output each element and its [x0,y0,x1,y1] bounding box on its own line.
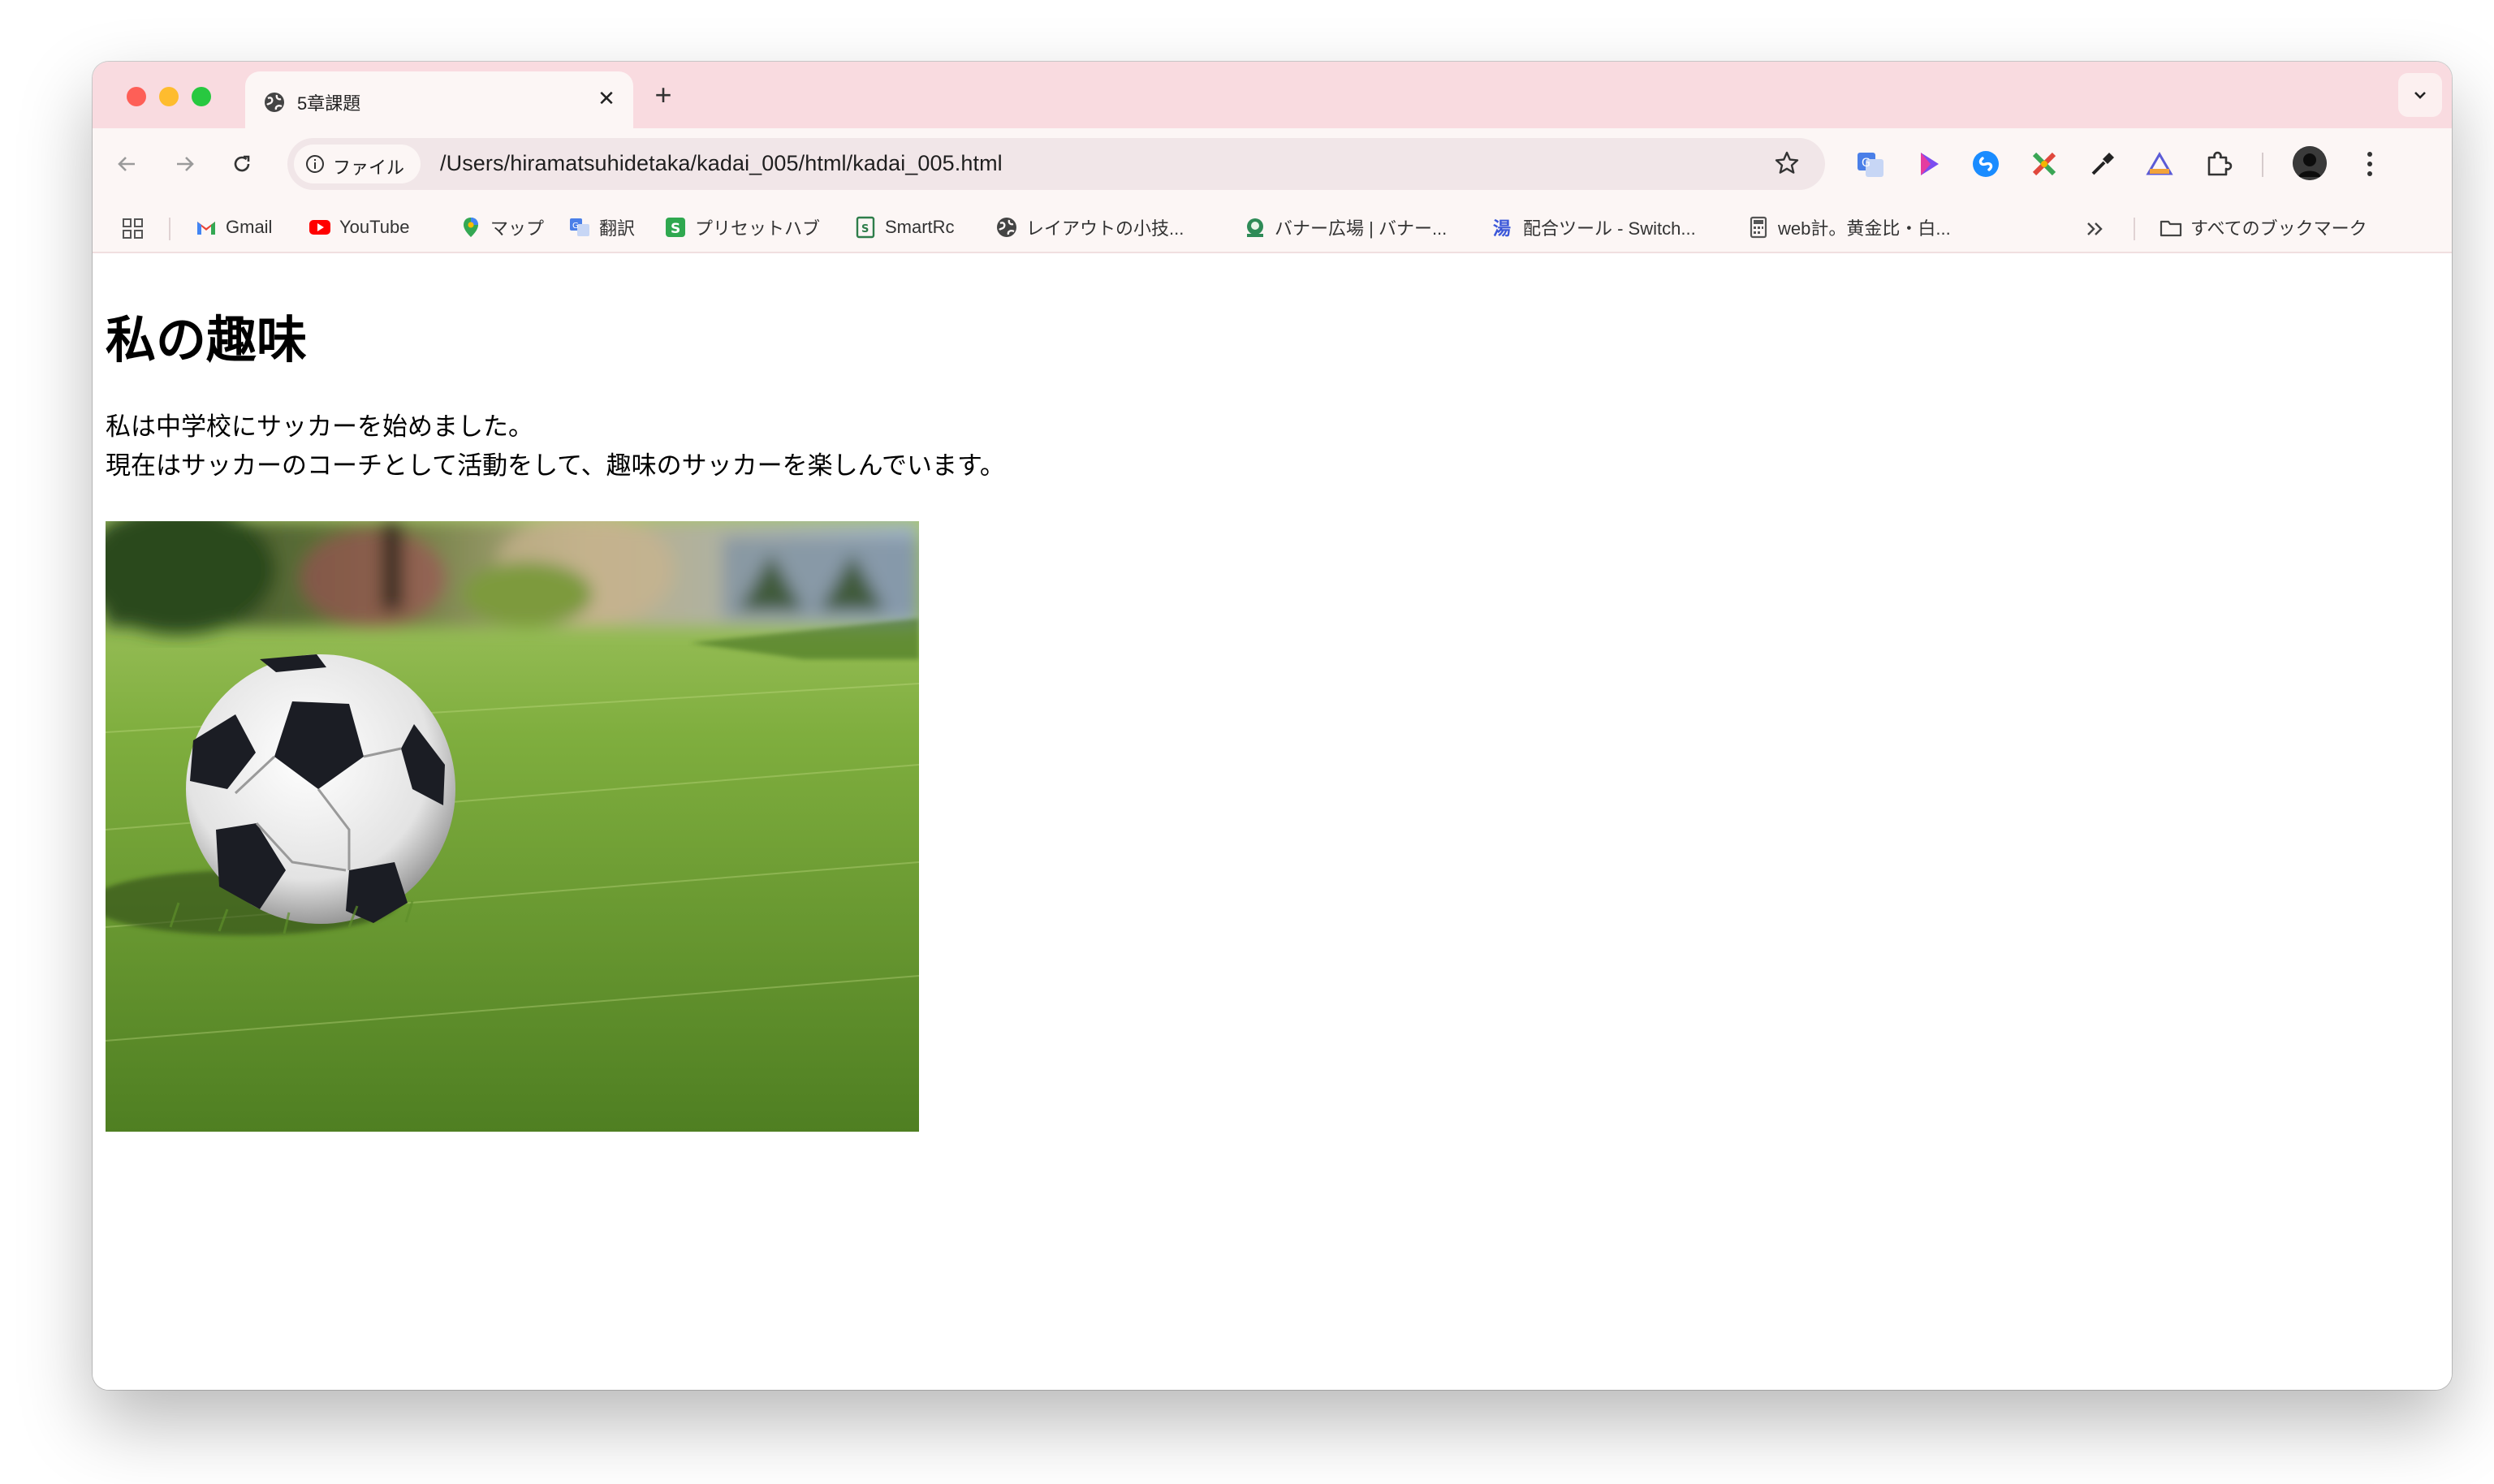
maps-icon [464,218,478,237]
bookmark-youtube[interactable]: YouTube [309,214,409,240]
person-icon [2293,146,2327,180]
bookmark-label: 翻訳 [599,218,636,239]
toolbar-divider [2262,153,2263,177]
soccer-ball-photo [106,521,919,1132]
site-info-chip[interactable]: ファイル [294,145,421,183]
svg-text:湯: 湯 [1493,219,1511,239]
more-bookmarks-chevron-icon[interactable] [2085,219,2106,239]
switch-icon: 湯 [1493,219,1511,239]
bookmark-label: マップ [490,218,545,239]
paragraph-line: 私は中学校にサッカーを始めました。 [106,412,533,442]
all-bookmarks-folder[interactable]: すべてのブックマーク [2160,214,2367,240]
reload-button[interactable] [224,146,260,182]
bookmark-layout-tips[interactable]: レイアウトの小技... [995,214,1184,240]
globe-icon [997,218,1016,237]
youtube-icon [309,220,330,235]
svg-text:G: G [572,222,579,231]
shazam-icon[interactable] [1970,148,2002,180]
bookmark-label: プリセットハブ [695,218,821,239]
address-bar[interactable]: ファイル /Users/hiramatsuhidetaka/kadai_005/… [287,138,1825,190]
google-translate-icon[interactable]: G [1854,148,1887,180]
gmail-icon [197,222,215,235]
bookmark-smartrc[interactable]: S SmartRc [854,214,955,240]
paragraph-line: 現在はサッカーのコーチとして活動をして、趣味のサッカーを楽しんでいます。 [106,451,1005,481]
bookmark-label: レイアウトの小技... [1026,218,1184,239]
page-content: 私の趣味 私は中学校にサッカーを始めました。 現在はサッカーのコーチとして活動を… [93,253,2452,1390]
tab-close-button[interactable]: ✕ [594,86,619,110]
profile-avatar[interactable] [2293,146,2327,180]
url-text[interactable]: /Users/hiramatsuhidetaka/kadai_005/html/… [440,151,1003,176]
back-arrow-icon [118,157,135,171]
banner-icon [1247,218,1263,237]
apps-grid-icon[interactable] [122,218,145,240]
svg-text:S: S [861,223,869,235]
bookmark-web-calc[interactable]: web計。黄金比・白... [1747,214,1951,240]
bookmark-label: YouTube [339,217,410,237]
reload-icon [234,155,250,172]
active-tab[interactable]: 5章課題 ✕ [245,71,633,128]
calculator-icon [1750,216,1767,239]
bookmark-label: web計。黄金比・白... [1778,218,1951,239]
chevron-down-icon [2414,92,2426,99]
toolbar: ファイル /Users/hiramatsuhidetaka/kadai_005/… [93,128,2452,200]
bookmark-separator [169,218,170,240]
forward-arrow-icon [177,157,194,171]
bookmark-banner-hiroba[interactable]: バナー広場 | バナー... [1244,214,1447,240]
page-heading: 私の趣味 [106,310,308,369]
chip-label: ファイル [333,157,405,178]
svg-text:S: S [671,221,680,237]
svg-text:G: G [1862,157,1870,170]
bookmark-separator [2134,218,2135,240]
bookmark-maps[interactable]: マップ [460,214,544,240]
tab-strip: 5章課題 ✕ + [93,62,2452,128]
bookmark-switch-tool[interactable]: 湯 配合ツール - Switch... [1492,214,1696,240]
smartrc-icon: S [856,216,875,239]
close-window-button[interactable] [127,87,146,106]
preset-hub-icon: S [666,218,685,237]
minimize-window-button[interactable] [159,87,179,106]
info-icon [306,155,324,173]
new-tab-button[interactable]: + [649,80,677,110]
bookmark-label: 配合ツール - Switch... [1523,218,1696,239]
browser-window: 5章課題 ✕ + ファイル /Users/hiramatsuhidetaka/k… [93,62,2452,1390]
translate-icon: G [570,218,589,236]
more-menu-icon[interactable] [2358,148,2382,180]
bookmark-preset-hub[interactable]: S プリセットハブ [664,214,820,240]
extensions-puzzle-icon[interactable] [2202,148,2234,180]
bookmark-translate[interactable]: G 翻訳 [568,214,635,240]
bookmark-label: バナー広場 | バナー... [1275,218,1448,239]
back-button[interactable] [109,146,145,182]
ruler-extension-icon[interactable] [2143,148,2176,180]
maximize-window-button[interactable] [192,87,211,106]
play-extension-icon[interactable] [1913,148,1945,180]
all-bookmarks-label: すべてのブックマーク [2190,218,2367,239]
eyedropper-icon[interactable] [2086,148,2119,180]
bookmark-label: SmartRc [885,217,955,237]
intro-paragraph: 私は中学校にサッカーを始めました。 現在はサッカーのコーチとして活動をして、趣味… [106,408,1005,485]
forward-button[interactable] [167,146,203,182]
bookmark-gmail[interactable]: Gmail [195,214,272,240]
desktop: 5章課題 ✕ + ファイル /Users/hiramatsuhidetaka/k… [0,0,2494,1484]
bookmarks-bar: Gmail YouTube マップ G 翻訳 S プリセットハブ S Smart… [93,200,2452,253]
tools-extension-icon[interactable] [2028,148,2060,180]
globe-icon [265,93,284,112]
bookmark-star-icon[interactable] [1773,149,1801,177]
tab-search-button[interactable] [2398,73,2442,117]
tab-title: 5章課題 [297,93,361,114]
bookmark-label: Gmail [226,217,273,237]
folder-icon [2160,220,2182,237]
